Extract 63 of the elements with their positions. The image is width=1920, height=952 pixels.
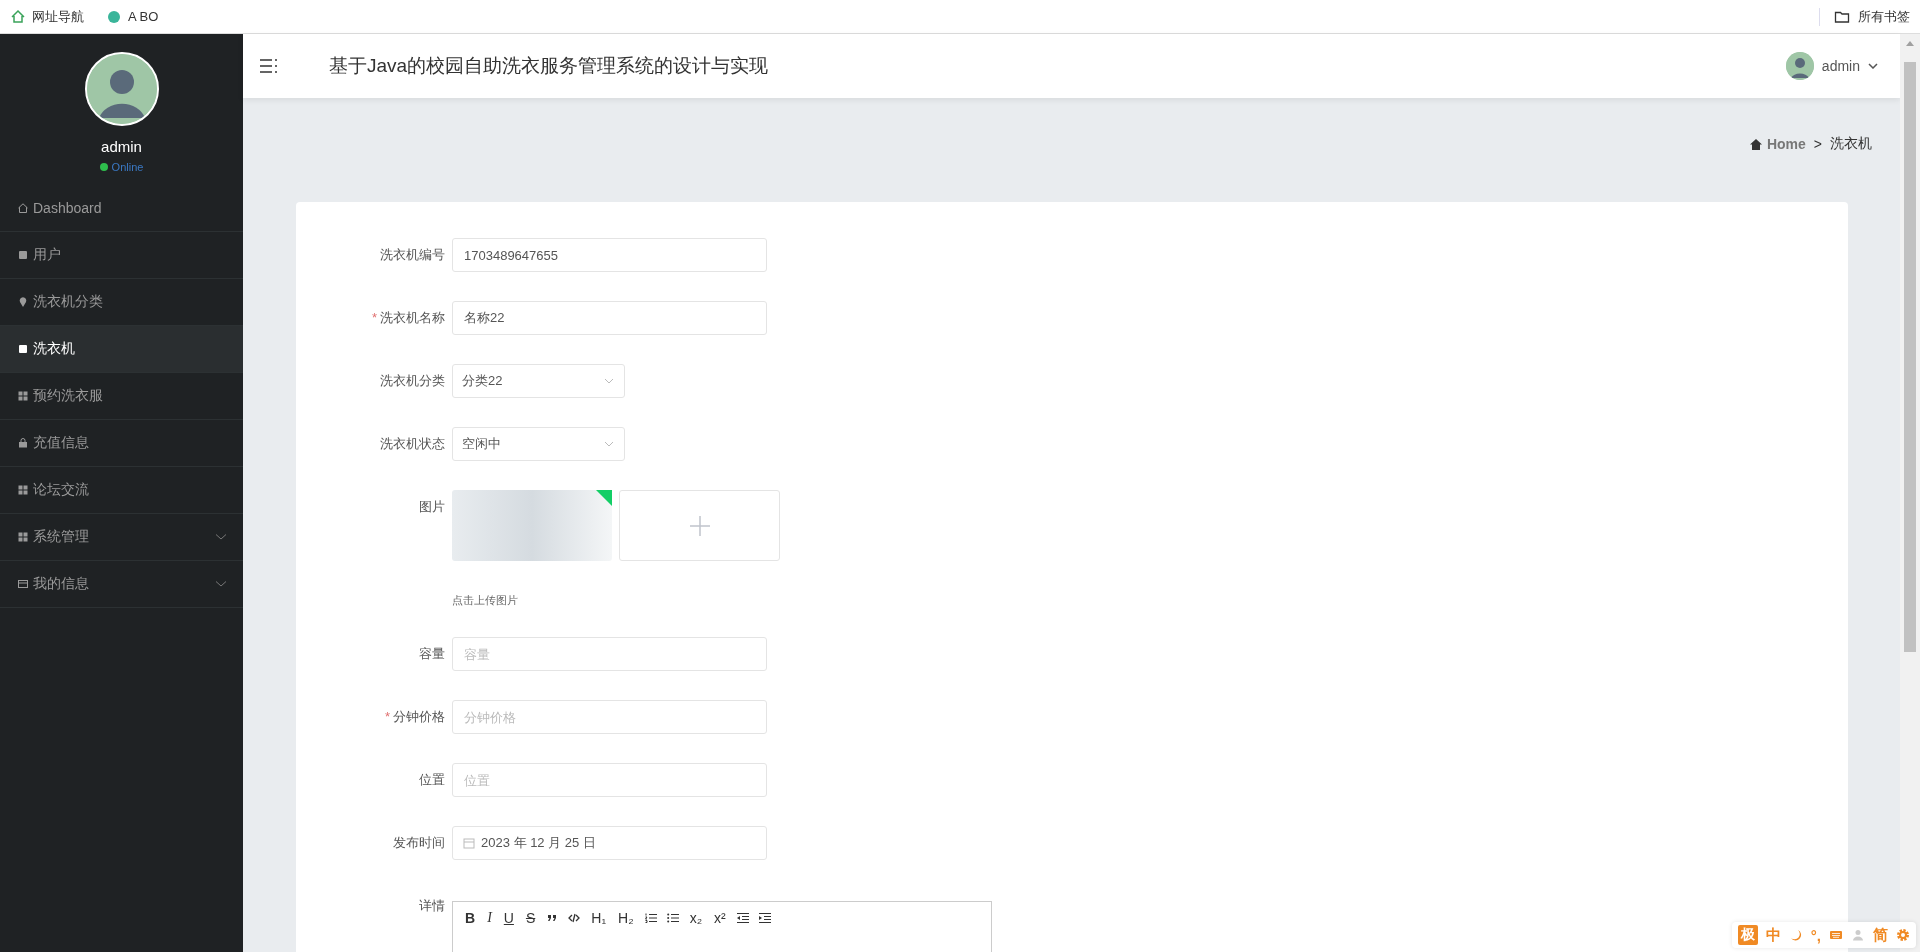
success-corner-icon (596, 490, 612, 506)
user-status: Online (111, 161, 144, 173)
field-label: * 分钟价格 (383, 708, 446, 726)
breadcrumb-link[interactable]: Home (1766, 136, 1806, 152)
page-title: 基于Java的校园自助洗衣服务管理系统的设计与实现 (329, 54, 769, 78)
upload-hint: 点击上传图片 (452, 593, 519, 608)
select-field[interactable]: 空闲中 (452, 427, 625, 461)
status-dot (99, 163, 108, 171)
format-button[interactable]: x₂ (687, 910, 705, 926)
format-button[interactable]: S (523, 910, 538, 926)
outdent-icon[interactable] (735, 911, 750, 925)
lock-icon (17, 437, 29, 449)
grid-icon (17, 484, 29, 496)
text-field[interactable]: 位置 (452, 763, 767, 797)
bullet-list-icon[interactable] (665, 911, 680, 925)
field-label: 图片 (418, 498, 446, 516)
date-field[interactable]: 2023 年 12 月 25 日 (452, 826, 767, 860)
format-button[interactable]: I (485, 910, 494, 926)
avatar-silhouette (1785, 52, 1814, 80)
field-label: * 洗衣机名称 (370, 309, 446, 327)
breadcrumb-current: 洗衣机 (1830, 135, 1872, 153)
chevron-down-icon (1868, 63, 1878, 69)
user-name: admin (101, 138, 142, 155)
format-button[interactable]: H₁ (589, 910, 609, 926)
grid-icon (17, 531, 29, 543)
field-label: 洗衣机分类 (379, 372, 446, 390)
format-button[interactable]: B (463, 910, 478, 926)
card-icon (17, 578, 29, 590)
home-icon (17, 202, 29, 214)
grid-icon (17, 390, 29, 402)
calendar-icon (463, 837, 475, 849)
all-bookmarks-link[interactable]: 所有书签 (1858, 7, 1910, 26)
bookmark-link[interactable]: 网址导航 (32, 7, 84, 26)
field-label: 详情 (418, 897, 446, 915)
format-button[interactable]: H₂ (616, 910, 636, 926)
format-button[interactable]: U (501, 910, 516, 926)
pin-icon (17, 296, 29, 308)
sidebar-item[interactable]: 洗衣机 (0, 326, 243, 373)
field-label: 容量 (418, 645, 446, 663)
plus-icon (687, 513, 712, 538)
rich-text-editor[interactable]: B I U S H₁ H₂ x₂ x² (452, 901, 992, 952)
text-field[interactable]: 1703489647655 (452, 238, 767, 272)
chevron-down-icon (604, 441, 614, 447)
field-label: 洗衣机编号 (379, 246, 446, 264)
house-icon (10, 8, 26, 25)
text-field[interactable]: 容量 (452, 637, 767, 671)
format-button[interactable]: x² (712, 910, 728, 926)
breadcrumb-separator: > (1813, 136, 1822, 152)
home-icon (1749, 138, 1762, 150)
text-field[interactable]: 分钟价格 (452, 700, 767, 734)
ordered-list-icon[interactable] (643, 911, 658, 925)
code-icon[interactable] (567, 911, 582, 925)
scrollbar-thumb[interactable] (1904, 62, 1916, 652)
text-field[interactable]: 名称22 (452, 301, 767, 335)
field-label: 洗衣机状态 (379, 435, 446, 453)
user-menu[interactable]: admin (1821, 58, 1860, 74)
bookmark-link[interactable]: A BO (128, 9, 159, 24)
chevron-down-icon (604, 378, 614, 384)
menu-icon[interactable] (259, 57, 279, 75)
select-field[interactable]: 分类22 (452, 364, 625, 398)
field-label: 发布时间 (392, 834, 446, 852)
indent-icon[interactable] (757, 911, 772, 925)
field-label: 位置 (418, 771, 446, 789)
